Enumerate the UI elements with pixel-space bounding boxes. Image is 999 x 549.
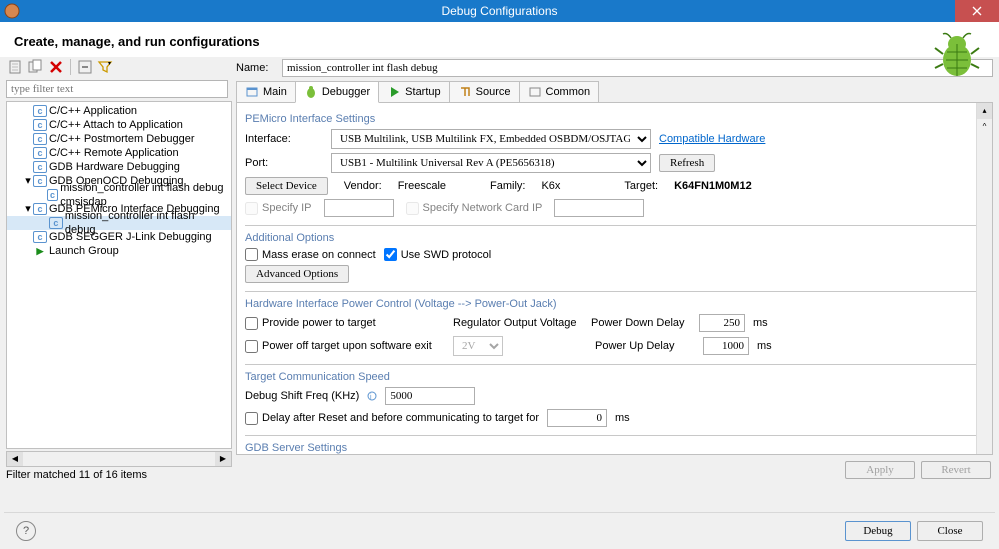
bug-icon	[304, 85, 318, 99]
scroll-thumb-icon[interactable]: ^	[977, 119, 992, 135]
group-speed-title: Target Communication Speed	[245, 364, 984, 385]
tab-debugger[interactable]: Debugger	[295, 81, 379, 103]
specify-ip-check: Specify IP	[245, 202, 312, 215]
scroll-left-icon[interactable]: ◀	[7, 452, 23, 466]
vendor-label: Vendor:	[344, 180, 382, 192]
tree-item[interactable]: cGDB SEGGER J-Link Debugging	[7, 230, 231, 244]
app-icon	[4, 3, 20, 19]
config-toolbar: ▾	[6, 57, 232, 79]
close-icon	[972, 6, 982, 16]
interface-select[interactable]: USB Multilink, USB Multilink FX, Embedde…	[331, 129, 651, 149]
delay-reset-check[interactable]: Delay after Reset and before communicati…	[245, 412, 539, 425]
ms-label-1: ms	[753, 317, 768, 329]
help-button[interactable]: ?	[16, 521, 36, 541]
main-icon	[245, 85, 259, 99]
filter-status: Filter matched 11 of 16 items	[6, 467, 232, 481]
power-down-label: Power Down Delay	[591, 317, 691, 329]
tab-main[interactable]: Main	[236, 81, 296, 102]
power-off-check[interactable]: Power off target upon software exit	[245, 340, 445, 353]
config-tree[interactable]: cC/C++ ApplicationcC/C++ Attach to Appli…	[6, 101, 232, 449]
mass-erase-check[interactable]: Mass erase on connect	[245, 248, 376, 261]
target-value: K64FN1M0M12	[674, 180, 752, 192]
target-label: Target:	[624, 180, 658, 192]
refresh-button[interactable]: Refresh	[659, 154, 715, 172]
shift-freq-label: Debug Shift Freq (KHz)	[245, 390, 359, 402]
tab-source[interactable]: Source	[449, 81, 520, 102]
voltage-select: 2V	[453, 336, 503, 356]
power-down-input[interactable]	[699, 314, 745, 332]
play-icon	[387, 85, 401, 99]
right-panel: Name: MainDebuggerStartupSourceCommon ▴ …	[236, 57, 993, 481]
group-gdb-title: GDB Server Settings	[245, 435, 984, 455]
left-panel: ▾ cC/C++ ApplicationcC/C++ Attach to App…	[6, 57, 232, 481]
titlebar[interactable]: Debug Configurations	[0, 0, 999, 22]
interface-label: Interface:	[245, 133, 323, 145]
bug-hero-icon	[933, 32, 981, 80]
tree-item[interactable]: cmission_controller int flash debug	[7, 216, 231, 230]
tree-item[interactable]: cC/C++ Application	[7, 104, 231, 118]
shift-freq-input[interactable]	[385, 387, 475, 405]
form-v-scrollbar[interactable]: ▴ ^	[976, 103, 992, 454]
tree-item[interactable]: cC/C++ Remote Application	[7, 146, 231, 160]
header-banner: Create, manage, and run configurations	[0, 22, 999, 57]
tree-item[interactable]: ▶Launch Group	[7, 244, 231, 258]
collapse-icon[interactable]	[77, 59, 93, 75]
duplicate-config-icon[interactable]	[28, 59, 44, 75]
src-icon	[458, 85, 472, 99]
ms-label-2: ms	[757, 340, 772, 352]
close-button[interactable]: Close	[917, 521, 983, 541]
specify-nic-field	[554, 199, 644, 217]
tab-startup[interactable]: Startup	[378, 81, 449, 102]
page-title: Create, manage, and run configurations	[14, 34, 260, 49]
tab-bar: MainDebuggerStartupSourceCommon	[236, 81, 993, 103]
group-interface-title: PEMicro Interface Settings	[245, 109, 984, 127]
tree-item[interactable]: cC/C++ Attach to Application	[7, 118, 231, 132]
provide-power-check[interactable]: Provide power to target	[245, 317, 445, 330]
revert-button[interactable]: Revert	[921, 461, 991, 479]
compatible-hardware-link[interactable]: Compatible Hardware	[659, 133, 765, 145]
scroll-right-icon[interactable]: ▶	[215, 452, 231, 466]
filter-icon[interactable]: ▾	[97, 59, 113, 75]
specify-ip-field	[324, 199, 394, 217]
group-power-title: Hardware Interface Power Control (Voltag…	[245, 291, 984, 312]
name-label: Name:	[236, 62, 276, 74]
family-label: Family:	[490, 180, 525, 192]
advanced-options-button[interactable]: Advanced Options	[245, 265, 349, 283]
scroll-track[interactable]	[23, 452, 215, 466]
dialog-footer: ? Debug Close	[4, 512, 995, 541]
specify-nic-check: Specify Network Card IP	[406, 202, 543, 215]
family-value: K6x	[541, 180, 560, 192]
tree-item[interactable]: cC/C++ Postmortem Debugger	[7, 132, 231, 146]
scroll-up-icon[interactable]: ▴	[977, 103, 992, 119]
close-window-button[interactable]	[955, 0, 999, 22]
power-up-input[interactable]	[703, 337, 749, 355]
separator	[70, 59, 71, 75]
debug-button[interactable]: Debug	[845, 521, 911, 541]
group-additional-title: Additional Options	[245, 225, 984, 246]
new-config-icon[interactable]	[8, 59, 24, 75]
tree-item[interactable]: cmission_controller int flash debug cmsi…	[7, 188, 231, 202]
use-swd-check[interactable]: Use SWD protocol	[384, 248, 491, 261]
info-icon: i	[367, 391, 377, 401]
filter-input[interactable]	[6, 80, 228, 98]
config-name-input[interactable]	[282, 59, 993, 77]
select-device-button[interactable]: Select Device	[245, 177, 328, 195]
ms-label-3: ms	[615, 412, 630, 424]
svg-text:▾: ▾	[108, 61, 111, 67]
tab-common[interactable]: Common	[519, 81, 600, 102]
delay-reset-input[interactable]	[547, 409, 607, 427]
power-up-label: Power Up Delay	[595, 340, 695, 352]
port-label: Port:	[245, 157, 323, 169]
tree-h-scrollbar[interactable]: ◀ ▶	[6, 451, 232, 467]
com-icon	[528, 85, 542, 99]
regulator-label: Regulator Output Voltage	[453, 317, 583, 329]
port-select[interactable]: USB1 - Multilink Universal Rev A (PE5656…	[331, 153, 651, 173]
title: Debug Configurations	[441, 4, 557, 18]
vendor-value: Freescale	[398, 180, 446, 192]
tree-item[interactable]: cGDB Hardware Debugging	[7, 160, 231, 174]
apply-button[interactable]: Apply	[845, 461, 915, 479]
debugger-form: ▴ ^ PEMicro Interface Settings Interface…	[236, 103, 993, 455]
delete-config-icon[interactable]	[48, 59, 64, 75]
